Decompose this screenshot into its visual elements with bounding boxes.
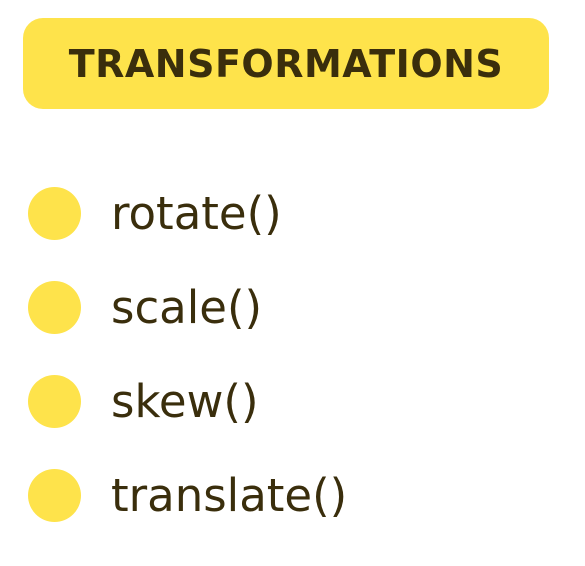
bullet-circle-icon bbox=[28, 280, 81, 334]
list-item-label: skew() bbox=[111, 374, 259, 428]
bullet-circle-icon bbox=[28, 468, 81, 522]
list-item-skew: skew() bbox=[28, 371, 259, 431]
list-item-translate: translate() bbox=[28, 465, 347, 525]
transformations-list: rotate() scale() skew() translate() bbox=[0, 0, 585, 566]
list-item-label: translate() bbox=[111, 468, 348, 522]
list-item-rotate: rotate() bbox=[28, 183, 282, 243]
list-item-label: scale() bbox=[111, 280, 263, 334]
list-item-label: rotate() bbox=[111, 186, 282, 240]
list-item-scale: scale() bbox=[28, 277, 262, 337]
bullet-circle-icon bbox=[28, 186, 81, 240]
bullet-circle-icon bbox=[28, 374, 81, 428]
